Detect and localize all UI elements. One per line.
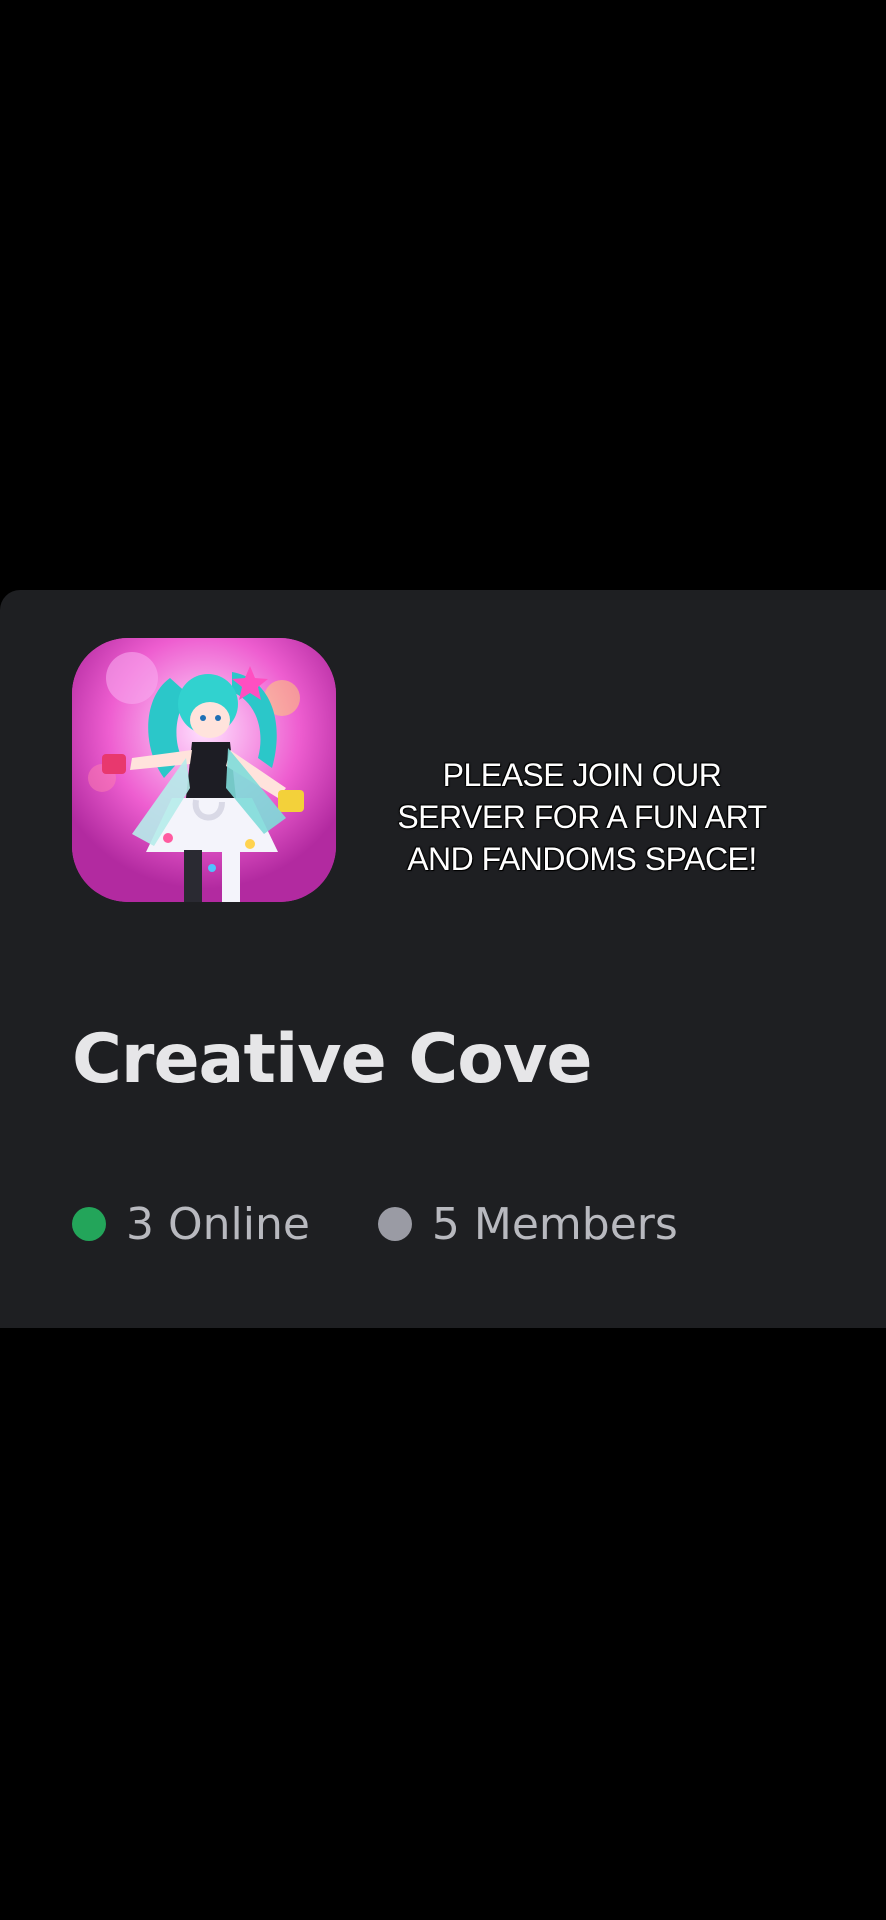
- server-name: Creative Cove: [72, 1020, 592, 1099]
- server-icon-image: [72, 638, 336, 902]
- server-stats: 3 Online 5 Members: [72, 1198, 678, 1250]
- online-count: 3 Online: [72, 1199, 310, 1250]
- member-count-label: 5 Members: [431, 1198, 678, 1250]
- server-icon[interactable]: [72, 638, 336, 902]
- online-count-label: 3 Online: [126, 1198, 310, 1250]
- online-status-dot-icon: [72, 1207, 106, 1241]
- members-status-dot-icon: [377, 1207, 412, 1241]
- member-count: 5 Members: [377, 1198, 678, 1250]
- server-invite-card: PLEASE JOIN OUR SERVER FOR A FUN ART AND…: [0, 590, 886, 1328]
- overlay-caption: PLEASE JOIN OUR SERVER FOR A FUN ART AND…: [397, 757, 767, 877]
